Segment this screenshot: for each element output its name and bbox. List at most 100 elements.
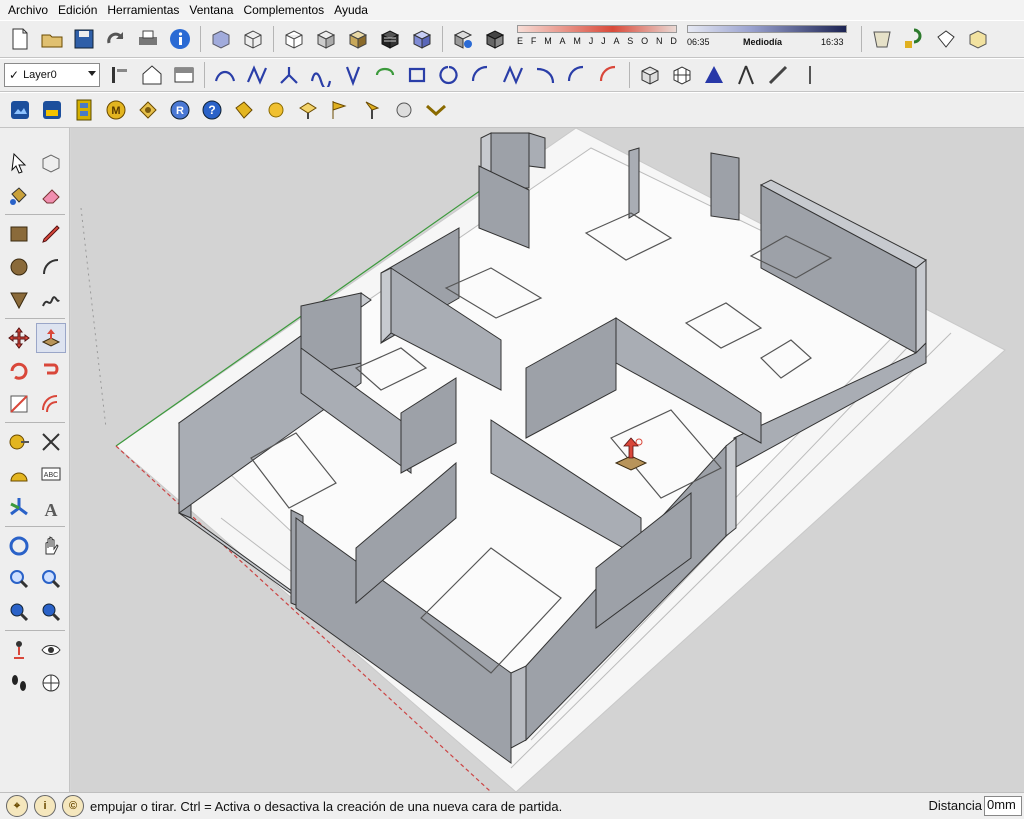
arc-3pt-curve-icon[interactable] [467,61,495,89]
text-icon[interactable]: ABC [36,460,66,490]
select-icon[interactable] [4,148,34,178]
components-icon[interactable] [900,25,928,53]
measurements-input[interactable]: 0mm [984,796,1022,816]
material-icon[interactable] [390,96,418,124]
polyline-curve-icon[interactable] [307,61,335,89]
drawing-area[interactable] [71,128,1024,792]
offset-icon[interactable] [36,389,66,419]
axes-icon[interactable] [4,493,34,523]
menu-archivo[interactable]: Archivo [6,3,56,17]
look-around-icon[interactable] [36,635,66,665]
render-icon[interactable]: R [166,96,194,124]
section-tool-icon[interactable] [36,668,66,698]
rect-curve-curve-icon[interactable] [403,61,431,89]
redo-icon[interactable] [102,25,130,53]
top-view-icon[interactable] [481,25,509,53]
orbit-icon[interactable] [4,531,34,561]
tape-measure-icon[interactable] [4,427,34,457]
fillet-curve-icon[interactable] [563,61,591,89]
new-icon[interactable] [6,25,34,53]
add-location-icon[interactable] [38,96,66,124]
menu-complementos[interactable]: Complementos [241,3,332,17]
rectangle-icon[interactable] [4,219,34,249]
paint-bucket-icon[interactable] [4,181,34,211]
arc-red-curve-icon[interactable] [595,61,623,89]
spiral-curve-icon[interactable] [435,61,463,89]
home-icon[interactable] [138,61,166,89]
photo-textures-icon[interactable] [6,96,34,124]
pin-icon[interactable] [796,61,824,89]
position-camera-icon[interactable] [4,635,34,665]
walk-icon[interactable] [4,668,34,698]
zoom-extents-icon[interactable] [4,597,34,627]
monochrome-icon[interactable] [376,25,404,53]
zigzag-curve-icon[interactable] [499,61,527,89]
spline-curve-icon[interactable] [243,61,271,89]
credits-icon[interactable]: i [34,795,56,817]
bezier-curve-icon[interactable] [211,61,239,89]
scale-icon[interactable] [4,389,34,419]
eraser-icon[interactable] [36,181,66,211]
cusp-curve-icon[interactable] [339,61,367,89]
3d-text-icon[interactable]: A [36,493,66,523]
time-slider[interactable] [687,25,847,33]
menu-edicion[interactable]: Edición [56,3,105,17]
copyright-icon[interactable]: © [62,795,84,817]
sphere-icon[interactable] [262,96,290,124]
wireframe-icon[interactable] [239,25,267,53]
knife-icon[interactable] [764,61,792,89]
shaded-icon[interactable] [312,25,340,53]
menu-ayuda[interactable]: Ayuda [332,3,376,17]
freehand-icon[interactable] [36,285,66,315]
terrain-icon[interactable] [700,61,728,89]
section-plane-icon[interactable] [170,61,198,89]
model-info-icon[interactable] [166,25,194,53]
pan-icon[interactable] [36,531,66,561]
solid-tools-icon[interactable] [932,25,960,53]
previous-view-icon[interactable] [36,597,66,627]
menu-herramientas[interactable]: Herramientas [105,3,187,17]
iso-view-icon[interactable] [449,25,477,53]
back-edges-icon[interactable] [408,25,436,53]
protractor-icon[interactable] [4,460,34,490]
polygon-icon[interactable] [4,285,34,315]
make-component-icon[interactable] [36,148,66,178]
tag-icon[interactable] [230,96,258,124]
xray-icon[interactable] [207,25,235,53]
film-strip-icon[interactable] [70,96,98,124]
zoom-window-icon[interactable] [36,564,66,594]
curve-right-curve-icon[interactable] [531,61,559,89]
arrows-icon[interactable] [422,96,450,124]
dimension-icon[interactable] [36,427,66,457]
hidden-line-icon[interactable] [280,25,308,53]
geo-location-icon[interactable]: ⌖ [6,795,28,817]
layer-dropdown[interactable]: ✓ Layer0 [4,63,100,87]
follow-me-icon[interactable] [36,356,66,386]
grid-cube-icon[interactable] [668,61,696,89]
fog-icon[interactable] [964,25,992,53]
help-icon[interactable]: ? [198,96,226,124]
sun-icon[interactable] [294,96,322,124]
circle-icon[interactable] [4,252,34,282]
open-icon[interactable] [38,25,66,53]
3d-warehouse-icon[interactable] [134,96,162,124]
textured-icon[interactable] [344,25,372,53]
modeling-icon[interactable]: M [102,96,130,124]
arc-2pt-curve-icon[interactable] [371,61,399,89]
flag-icon[interactable] [326,96,354,124]
arc-icon[interactable] [36,252,66,282]
light-icon[interactable] [358,96,386,124]
layer-manager-icon[interactable] [106,61,134,89]
pencil-icon[interactable] [36,219,66,249]
date-slider[interactable] [517,25,677,33]
menu-ventana[interactable]: Ventana [187,3,241,17]
weld-curve-icon[interactable] [275,61,303,89]
compass-icon[interactable] [732,61,760,89]
zoom-icon[interactable] [4,564,34,594]
floor-plan-model[interactable] [71,128,1024,792]
sandbox-icon[interactable] [868,25,896,53]
push-pull-icon[interactable] [35,322,66,353]
cube-icon[interactable] [636,61,664,89]
rotate-icon[interactable] [4,356,34,386]
save-icon[interactable] [70,25,98,53]
